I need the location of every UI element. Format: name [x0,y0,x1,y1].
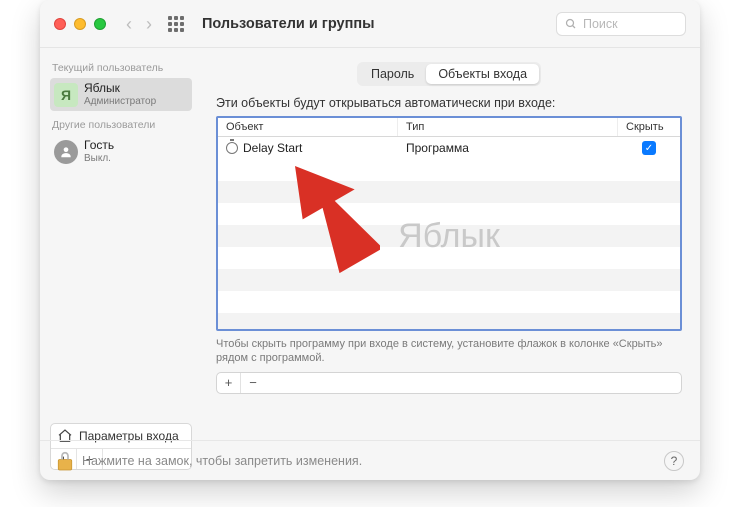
table-header: Объект Тип Скрыть [218,118,680,137]
lock-icon[interactable] [56,450,74,472]
table-row[interactable]: Delay Start Программа ✓ [218,137,680,159]
current-user-label: Текущий пользователь [50,62,192,78]
add-item-button[interactable]: + [217,373,241,393]
remove-item-button[interactable]: − [241,373,265,393]
item-name: Delay Start [243,141,302,155]
hide-checkbox[interactable]: ✓ [642,141,656,155]
search-input[interactable] [583,17,677,31]
search-field[interactable] [556,12,686,36]
avatar: Я [54,83,78,107]
table-body-empty: Яблык [218,159,680,329]
tab-login-items[interactable]: Объекты входа [426,64,539,84]
search-icon [565,18,577,30]
item-type: Программа [398,141,618,155]
user-role: Выкл. [84,153,114,165]
sidebar-item-guest[interactable]: Гость Выкл. [50,135,192,168]
user-role: Администратор [84,96,156,108]
login-items-table: Объект Тип Скрыть Delay Start Программа … [216,116,682,331]
column-type[interactable]: Тип [398,118,618,136]
other-users-label: Другие пользователи [50,119,192,135]
hint-text: Чтобы скрыть программу при входе в систе… [216,337,682,366]
close-icon[interactable] [54,18,66,30]
zoom-icon[interactable] [94,18,106,30]
segmented-control: Пароль Объекты входа [357,62,541,86]
stopwatch-icon [226,142,238,154]
items-plus-minus: + − [216,372,682,394]
users-sidebar: Текущий пользователь Я Яблык Администрат… [40,48,202,480]
window-controls [54,18,106,30]
help-button[interactable]: ? [664,451,684,471]
watermark: Яблык [218,217,680,256]
page-title: Пользователи и группы [202,16,374,32]
tab-password[interactable]: Пароль [359,64,426,84]
lock-text: Нажмите на замок, чтобы запретить измене… [82,454,362,468]
column-object[interactable]: Объект [218,118,398,136]
titlebar: ‹ › Пользователи и группы [40,0,700,48]
back-button[interactable]: ‹ [126,15,132,33]
user-name: Яблык [84,82,156,96]
user-name: Гость [84,139,114,153]
guest-icon [54,140,78,164]
forward-button[interactable]: › [146,15,152,33]
lock-bar: Нажмите на замок, чтобы запретить измене… [40,440,700,480]
preferences-window: ‹ › Пользователи и группы Текущий пользо… [40,0,700,480]
column-hide[interactable]: Скрыть [618,118,680,136]
main-pane: Пароль Объекты входа Эти объекты будут о… [202,48,700,480]
minimize-icon[interactable] [74,18,86,30]
nav-buttons: ‹ › [126,15,152,33]
description-text: Эти объекты будут открываться автоматиче… [216,96,682,110]
sidebar-item-current-user[interactable]: Я Яблык Администратор [50,78,192,111]
tabs: Пароль Объекты входа [216,62,682,86]
show-all-icon[interactable] [168,16,184,32]
